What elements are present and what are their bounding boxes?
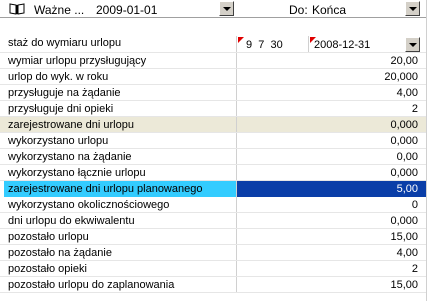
row-value[interactable]: 0,000 bbox=[390, 167, 418, 179]
row-label: wykorzystano łącznie urlopu bbox=[8, 167, 146, 179]
row-label: wykorzystano na żądanie bbox=[8, 151, 132, 163]
table-row[interactable]: urlop do wyk. w roku 20,000 bbox=[0, 69, 426, 85]
table-row[interactable]: wykorzystano urlopu 0,000 bbox=[0, 133, 426, 149]
row-value[interactable]: 2 bbox=[412, 103, 418, 115]
vertical-scrollbar[interactable] bbox=[426, 0, 439, 301]
staz-label: staż do wymiaru urlopu bbox=[8, 37, 122, 49]
row-value[interactable]: 4,00 bbox=[397, 247, 418, 259]
to-dropdown-button[interactable] bbox=[405, 1, 420, 16]
leave-summary-panel: Ważne ... 2009-01-01 Do: Końca staż do w… bbox=[0, 0, 439, 301]
row-label: wykorzystano okolicznościowego bbox=[8, 199, 170, 211]
row-value[interactable]: 4,00 bbox=[397, 87, 418, 99]
row-separator bbox=[0, 292, 426, 293]
validity-type-label: Ważne ... bbox=[34, 3, 85, 17]
table-row-selected[interactable]: zarejestrowane dni urlopu planowanego 5,… bbox=[0, 181, 426, 197]
table-row[interactable]: pozostało urlopu do zaplanowania 15,00 bbox=[0, 277, 426, 293]
row-label: pozostało urlopu bbox=[8, 231, 89, 243]
row-label: przysługuje na żądanie bbox=[8, 87, 121, 99]
column-divider bbox=[236, 229, 237, 245]
row-label: urlop do wyk. w roku bbox=[8, 71, 109, 83]
row-value[interactable]: 15,00 bbox=[390, 279, 418, 291]
row-value[interactable]: 15,00 bbox=[390, 231, 418, 243]
row-label: zarejestrowane dni urlopu planowanego bbox=[8, 183, 203, 195]
column-divider bbox=[236, 277, 237, 293]
row-value[interactable]: 0,00 bbox=[397, 151, 418, 163]
column-divider bbox=[236, 197, 237, 213]
row-value[interactable]: 20,000 bbox=[384, 71, 418, 83]
column-divider bbox=[236, 133, 237, 149]
from-date-dropdown-button[interactable] bbox=[219, 1, 234, 16]
staz-row: staż do wymiaru urlopu 9 7 30 2008-12-31 bbox=[0, 36, 426, 53]
column-divider bbox=[236, 181, 237, 197]
column-divider bbox=[236, 213, 237, 229]
table-row[interactable]: pozostało opieki 2 bbox=[0, 261, 426, 277]
column-divider bbox=[236, 149, 237, 165]
staz-date-input[interactable]: 2008-12-31 bbox=[314, 39, 370, 51]
book-icon bbox=[9, 3, 25, 15]
column-divider bbox=[236, 101, 237, 117]
column-divider bbox=[236, 53, 237, 69]
row-value[interactable]: 0,000 bbox=[390, 215, 418, 227]
column-divider bbox=[236, 117, 237, 133]
column-divider bbox=[236, 69, 237, 85]
column-divider bbox=[236, 85, 237, 101]
table-row[interactable]: przysługuje dni opieki 2 bbox=[0, 101, 426, 117]
table-row[interactable]: pozostało na żądanie 4,00 bbox=[0, 245, 426, 261]
row-label: wymiar urlopu przysługujący bbox=[8, 55, 147, 67]
row-label: dni urlopu do ekwiwalentu bbox=[8, 215, 135, 227]
column-divider bbox=[236, 36, 237, 52]
table-row[interactable]: wykorzystano na żądanie 0,00 bbox=[0, 149, 426, 165]
table-row[interactable]: wymiar urlopu przysługujący 20,00 bbox=[0, 53, 426, 69]
row-value[interactable]: 0 bbox=[412, 199, 418, 211]
row-label: pozostało na żądanie bbox=[8, 247, 112, 259]
table-row[interactable]: wykorzystano łącznie urlopu 0,000 bbox=[0, 165, 426, 181]
row-value: 0,000 bbox=[390, 119, 418, 131]
column-divider bbox=[236, 261, 237, 277]
row-value[interactable]: 0,000 bbox=[390, 135, 418, 147]
column-divider bbox=[236, 165, 237, 181]
to-value: Końca bbox=[312, 3, 347, 17]
header-bar: Ważne ... 2009-01-01 Do: Końca bbox=[0, 0, 426, 18]
table-row[interactable]: zarejestrowane dni urlopu 0,000 bbox=[0, 117, 426, 133]
row-value[interactable]: 5,00 bbox=[397, 183, 418, 195]
row-value[interactable]: 2 bbox=[412, 263, 418, 275]
row-label: zarejestrowane dni urlopu bbox=[8, 119, 134, 131]
table-row[interactable]: przysługuje na żądanie 4,00 bbox=[0, 85, 426, 101]
row-label: pozostało opieki bbox=[8, 263, 87, 275]
to-label: Do: bbox=[289, 3, 308, 17]
row-label: przysługuje dni opieki bbox=[8, 103, 114, 115]
row-label: pozostało urlopu do zaplanowania bbox=[8, 279, 175, 291]
table-row[interactable]: wykorzystano okolicznościowego 0 bbox=[0, 197, 426, 213]
from-date-value: 2009-01-01 bbox=[96, 3, 158, 17]
table-row[interactable]: dni urlopu do ekwiwalentu 0,000 bbox=[0, 213, 426, 229]
staz-date-dropdown-button[interactable] bbox=[405, 37, 420, 52]
row-label: wykorzystano urlopu bbox=[8, 135, 109, 147]
column-divider bbox=[236, 245, 237, 261]
row-value[interactable]: 20,00 bbox=[390, 55, 418, 67]
staz-inner-divider bbox=[308, 36, 309, 53]
modified-marker-icon bbox=[238, 37, 244, 43]
table-row[interactable]: pozostało urlopu 15,00 bbox=[0, 229, 426, 245]
staz-years-months-days-input[interactable]: 9 7 30 bbox=[246, 39, 283, 51]
